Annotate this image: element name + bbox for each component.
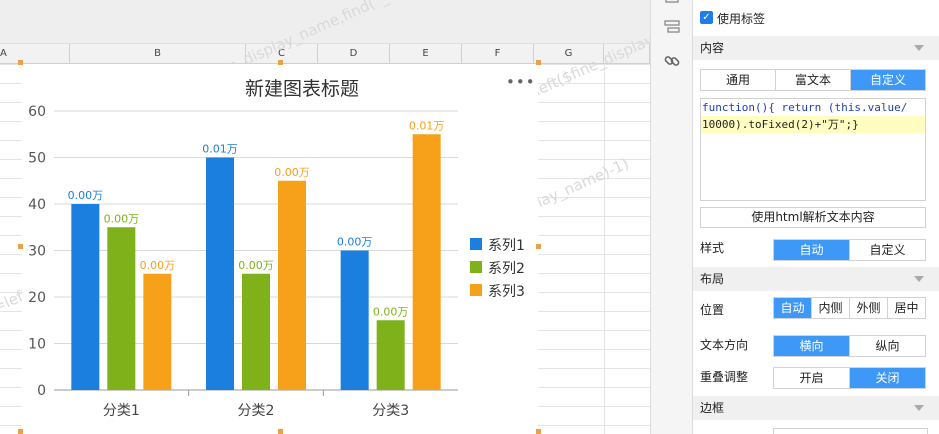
data-label: 0.00万	[68, 189, 104, 202]
legend-swatch	[470, 261, 482, 273]
spreadsheet-area[interactable]: ABCDEFG =left($fine_display_name,find("_…	[0, 0, 650, 434]
use-label-text: 使用标签	[717, 12, 766, 26]
bar	[143, 273, 172, 390]
resize-handle[interactable]	[278, 429, 283, 434]
direction-vertical-option[interactable]: 纵向	[850, 336, 925, 356]
resize-handle[interactable]	[536, 60, 541, 65]
bar	[206, 157, 234, 390]
bar	[71, 204, 100, 390]
y-tick-label: 10	[28, 337, 46, 353]
overlap-off-option[interactable]: 关闭	[850, 368, 925, 388]
grid-column-line	[604, 64, 605, 434]
data-label: 0.01万	[202, 143, 238, 156]
side-icon-strip	[650, 0, 692, 434]
code-expression: (this.value/	[827, 101, 908, 114]
legend-label: 系列2	[488, 261, 525, 277]
y-tick-label: 0	[37, 383, 46, 399]
resize-handle[interactable]	[278, 60, 283, 65]
custom-formatter-editor[interactable]: function(){ return (this.value/ 10000).t…	[700, 98, 926, 201]
bar	[107, 227, 136, 390]
data-label: 0.00万	[140, 259, 176, 272]
column-header-cell[interactable]: A	[0, 44, 70, 64]
y-tick-label: 50	[28, 151, 46, 167]
x-tick-label: 分类1	[103, 403, 140, 419]
bar	[412, 134, 441, 390]
column-header-cell[interactable]: F	[462, 44, 534, 64]
use-label-checkbox[interactable]: ✓	[700, 11, 713, 24]
tab-general[interactable]: 通用	[701, 70, 776, 90]
overlap-on-option[interactable]: 开启	[774, 368, 850, 388]
bar	[340, 250, 369, 390]
legend-label: 系列1	[488, 238, 525, 254]
collapse-icon[interactable]	[914, 45, 924, 51]
collapse-icon[interactable]	[914, 276, 924, 282]
link-icon[interactable]	[663, 52, 681, 70]
border-select[interactable]	[773, 428, 928, 434]
resize-handle[interactable]	[18, 60, 23, 65]
border-section-title: 边框	[700, 401, 725, 415]
content-section-title: 内容	[700, 41, 725, 55]
chart-widget[interactable]: 0 10 20 30 40 50 60 分类1 0.00万 0.00万 0.00万 分类2 0.01万 0…	[22, 64, 538, 434]
label-property-panel: ✓ 使用标签 内容 通用 富文本 自定义 function(){ return …	[692, 0, 939, 434]
y-tick-label: 20	[28, 290, 46, 306]
column-header: ABCDEFG	[0, 44, 650, 64]
code-keyword: function(){ return	[702, 101, 828, 114]
column-header-cell[interactable]: D	[318, 44, 390, 64]
position-center-option[interactable]: 居中	[888, 298, 925, 318]
style-label: 样式	[700, 241, 725, 255]
code-line-2: 10000).toFixed(2)+"万";}	[701, 116, 925, 133]
layout-section-header[interactable]: 布局	[693, 267, 939, 291]
text-direction-label: 文本方向	[700, 338, 749, 352]
data-label: 0.00万	[104, 212, 140, 225]
data-label: 0.00万	[238, 259, 274, 272]
style-options: 自动 自定义	[773, 239, 926, 261]
position-label: 位置	[700, 303, 725, 317]
layer-icon[interactable]	[663, 18, 681, 36]
data-label: 0.01万	[409, 119, 445, 132]
layout-section-title: 布局	[700, 272, 725, 286]
resize-handle[interactable]	[18, 429, 23, 434]
overlap-adjust-label: 重叠调整	[700, 370, 749, 384]
style-auto-option[interactable]: 自动	[774, 240, 850, 260]
more-icon[interactable]: •••	[506, 73, 536, 91]
designer-window: ABCDEFG =left($fine_display_name,find("_…	[0, 0, 939, 434]
tab-custom[interactable]: 自定义	[851, 70, 925, 90]
border-section-header[interactable]: 边框	[693, 396, 939, 420]
position-outside-option[interactable]: 外侧	[850, 298, 888, 318]
style-custom-option[interactable]: 自定义	[850, 240, 925, 260]
collapse-icon[interactable]	[914, 405, 924, 411]
content-type-tabs: 通用 富文本 自定义	[700, 69, 926, 91]
x-tick-label: 分类3	[372, 403, 409, 419]
y-tick-label: 40	[28, 197, 46, 213]
chart-title[interactable]: 新建图表标题	[22, 74, 582, 101]
bar	[278, 180, 306, 390]
position-inside-option[interactable]: 内侧	[812, 298, 850, 318]
legend-label: 系列3	[488, 284, 525, 300]
position-auto-option[interactable]: 自动	[774, 298, 812, 318]
data-label: 0.00万	[337, 236, 373, 249]
tab-rich-text[interactable]: 富文本	[776, 70, 851, 90]
bar-chart: 0102030405060分类10.00万0.00万0.00万分类20.01万0…	[28, 104, 525, 419]
legend-swatch	[470, 238, 482, 250]
code-line-1: function(){ return (this.value/	[701, 99, 925, 116]
bar	[242, 273, 270, 390]
property-icon[interactable]	[663, 0, 681, 14]
y-tick-label: 60	[28, 104, 46, 120]
content-section-header[interactable]: 内容	[693, 36, 939, 60]
resize-handle[interactable]	[18, 244, 23, 249]
position-options: 自动 内侧 外侧 居中	[773, 297, 926, 319]
data-label: 0.00万	[373, 305, 409, 318]
bar	[376, 320, 405, 390]
legend-swatch	[470, 284, 482, 296]
column-header-cell[interactable]: E	[390, 44, 462, 64]
text-direction-options: 横向 纵向	[773, 335, 926, 357]
x-tick-label: 分类2	[238, 403, 275, 419]
direction-horizontal-option[interactable]: 横向	[774, 336, 850, 356]
overlap-adjust-options: 开启 关闭	[773, 367, 926, 389]
parse-html-button[interactable]: 使用html解析文本内容	[700, 207, 926, 228]
data-label: 0.00万	[274, 166, 310, 179]
resize-handle[interactable]	[536, 429, 541, 434]
y-tick-label: 30	[28, 244, 46, 260]
resize-handle[interactable]	[536, 244, 541, 249]
